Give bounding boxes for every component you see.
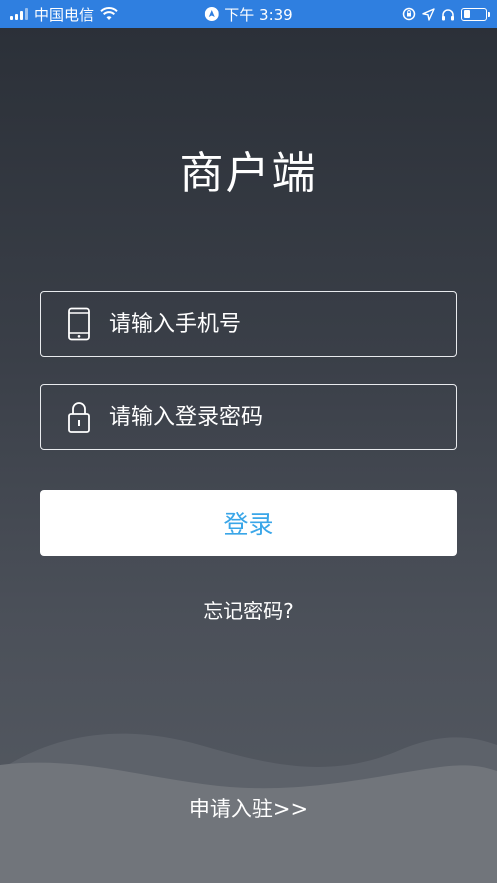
forgot-password-link[interactable]: 忘记密码? <box>0 595 497 624</box>
status-right <box>402 7 490 21</box>
login-button[interactable]: 登录 <box>40 490 457 556</box>
navigation-icon <box>204 7 219 21</box>
password-input[interactable] <box>99 404 456 430</box>
status-bar: 中国电信 下午 3:39 <box>0 0 497 28</box>
orientation-lock-icon <box>402 7 416 21</box>
page-title: 商户端 <box>179 148 318 199</box>
phone-icon <box>59 307 99 341</box>
carrier-name: 中国电信 <box>34 5 95 24</box>
lock-icon <box>59 400 99 434</box>
signal-icon <box>10 8 28 20</box>
battery-icon <box>461 7 490 21</box>
wifi-icon <box>100 7 118 20</box>
phone-input[interactable] <box>99 311 456 337</box>
status-left: 中国电信 <box>10 4 118 25</box>
apply-join-link[interactable]: 申请入驻>> <box>0 793 497 823</box>
clock: 下午 3:39 <box>224 5 293 24</box>
headphones-icon <box>442 8 454 20</box>
phone-field[interactable] <box>40 291 457 357</box>
password-field[interactable] <box>40 384 457 450</box>
location-arrow-icon <box>422 7 435 21</box>
status-center: 下午 3:39 <box>204 4 293 25</box>
